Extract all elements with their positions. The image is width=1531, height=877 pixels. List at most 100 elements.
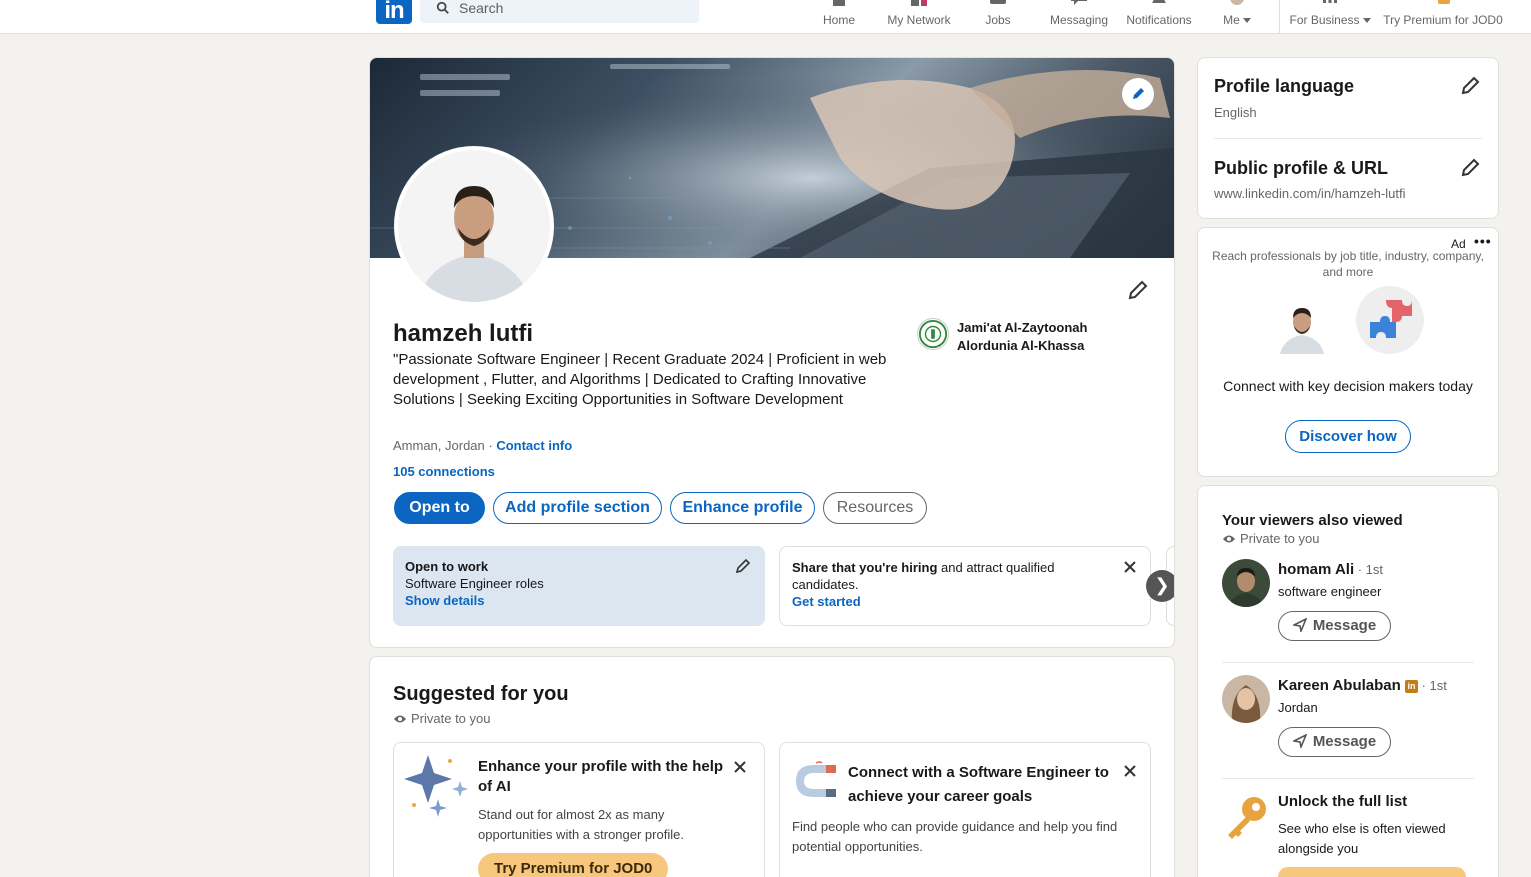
grid-icon: [1323, 0, 1337, 3]
nav-home[interactable]: Home: [813, 0, 865, 34]
nav-for-business[interactable]: For Business: [1288, 0, 1372, 34]
profile-settings-card: Profile language English Public profile …: [1197, 57, 1499, 219]
message-button-label: Message: [1312, 733, 1377, 750]
viewer-subtitle: Jordan: [1278, 700, 1318, 715]
open-to-button[interactable]: Open to: [394, 492, 485, 524]
more-options-icon[interactable]: •••: [1474, 233, 1492, 249]
nav-me-label: Me: [1223, 13, 1240, 27]
discover-how-button[interactable]: Discover how: [1285, 420, 1411, 453]
suggestion-title: Enhance your profile with the help of AI: [478, 758, 724, 795]
viewers-card: Your viewers also viewed Private to you …: [1197, 485, 1499, 877]
message-button-label: Message: [1312, 617, 1377, 634]
profile-card: hamzeh lutfi "Passionate Software Engine…: [369, 57, 1175, 648]
nav-notifications[interactable]: Notifications: [1121, 0, 1197, 34]
nav-divider: [1279, 0, 1280, 34]
nav-home-label: Home: [822, 13, 855, 27]
enhance-profile-button[interactable]: Enhance profile: [670, 492, 815, 524]
divider: [1222, 662, 1474, 663]
chevron-down-icon: [1242, 18, 1251, 24]
nav-my-network[interactable]: My Network: [880, 0, 958, 34]
nav-try-premium-label: Try Premium for JOD0: [1383, 13, 1503, 27]
profile-photo: [398, 150, 550, 302]
connection-degree: · 1st: [1354, 562, 1384, 577]
suggestion-description: Find people who can provide guidance and…: [792, 819, 1118, 854]
nav-notifications-label: Notifications: [1126, 13, 1192, 27]
suggestion-card-ai: Enhance your profile with the help of AI…: [393, 742, 765, 877]
connections-link[interactable]: 105 connections: [393, 464, 495, 479]
viewers-private-note: Private to you: [1222, 531, 1320, 546]
public-profile-title: Public profile & URL: [1214, 158, 1389, 178]
search-box[interactable]: Search: [420, 0, 699, 23]
linkedin-logo[interactable]: in: [376, 0, 412, 24]
nav-try-premium[interactable]: Try Premium for JOD0: [1382, 0, 1504, 34]
avatar: [1230, 0, 1244, 5]
home-icon: [833, 0, 845, 6]
hiring-box: Share that you're hiring and attract qua…: [779, 546, 1151, 626]
top-navigation-bar: in Search Home My Network Jobs Messaging…: [0, 0, 1531, 34]
nav-messaging[interactable]: Messaging: [1045, 0, 1113, 34]
profile-avatar[interactable]: [394, 146, 554, 306]
profile-headline: "Passionate Software Engineer | Recent G…: [393, 351, 887, 408]
unlock-description: See who else is often viewed alongside y…: [1278, 821, 1446, 856]
jobs-icon: [990, 0, 1006, 4]
try-premium-button[interactable]: Try Premium for JOD0: [478, 853, 669, 877]
nav-for-business-label: For Business: [1289, 13, 1360, 27]
open-to-work-box[interactable]: Open to work Software Engineer roles Sho…: [393, 546, 765, 626]
carousel-next-button[interactable]: ❯: [1146, 570, 1174, 602]
viewers-title: Your viewers also viewed: [1222, 512, 1403, 529]
eye-icon: [394, 715, 406, 723]
contact-info-link[interactable]: Contact info: [496, 438, 572, 453]
unlock-premium-button[interactable]: [1278, 867, 1466, 877]
education-name: Jami'at Al-Zaytoonah Alordunia Al-Khassa: [957, 320, 1088, 353]
pencil-icon[interactable]: [735, 558, 751, 574]
viewers-private-text: Private to you: [1240, 531, 1320, 546]
nav-me-label-wrap: Me: [1217, 13, 1257, 27]
nav-me[interactable]: Me: [1217, 0, 1257, 34]
university-logo: [917, 318, 949, 350]
close-icon[interactable]: [732, 759, 748, 775]
chevron-down-icon: [1362, 18, 1371, 24]
search-icon: [436, 1, 449, 14]
get-started-link[interactable]: Get started: [792, 593, 1138, 610]
viewer-item[interactable]: Kareen Abulaban in · 1st Jordan Message: [1222, 675, 1482, 765]
send-icon: [1292, 618, 1307, 632]
add-profile-section-button[interactable]: Add profile section: [493, 492, 662, 524]
resources-button[interactable]: Resources: [823, 492, 927, 524]
pencil-icon: [1123, 79, 1153, 109]
suggestion-description: Stand out for almost 2x as many opportun…: [478, 807, 684, 842]
avatar: [1222, 559, 1270, 607]
linkedin-premium-badge: in: [1404, 680, 1418, 693]
profile-language-value: English: [1214, 105, 1257, 120]
ad-user-photo: [1274, 298, 1330, 354]
ad-cta-text: Connect with key decision makers today: [1223, 378, 1473, 394]
show-details-link[interactable]: Show details: [405, 592, 753, 609]
nav-my-network-label: My Network: [887, 13, 951, 27]
viewer-item[interactable]: homam Ali · 1st software engineer Messag…: [1222, 559, 1482, 649]
open-to-work-title: Open to work: [405, 559, 489, 574]
ad-card: Ad ••• Reach professionals by job title,…: [1197, 227, 1499, 477]
unlock-title: Unlock the full list: [1278, 793, 1408, 810]
suggestion-card-connect: Connect with a Software Engineer to achi…: [779, 742, 1151, 877]
pencil-icon[interactable]: [1460, 74, 1482, 96]
profile-location-line: Amman, Jordan · Contact info: [393, 438, 572, 453]
pencil-icon[interactable]: [1460, 156, 1482, 178]
ad-text: Reach professionals by job title, indust…: [1212, 249, 1484, 279]
suggested-title: Suggested for you: [393, 683, 569, 705]
nav-jobs-label: Jobs: [985, 13, 1011, 27]
nav-jobs[interactable]: Jobs: [975, 0, 1021, 34]
private-note-text: Private to you: [411, 711, 491, 726]
edit-banner-button[interactable]: [1122, 78, 1154, 110]
messaging-icon: [1071, 0, 1087, 5]
message-button[interactable]: Message: [1278, 611, 1391, 641]
edit-profile-pencil-icon[interactable]: [1126, 278, 1150, 302]
eye-icon: [1223, 535, 1235, 543]
message-button[interactable]: Message: [1278, 727, 1391, 757]
viewer-name: Kareen Abulaban: [1278, 677, 1401, 694]
unlock-full-list: Unlock the full list See who else is oft…: [1222, 791, 1482, 877]
close-icon[interactable]: [1122, 559, 1138, 575]
send-icon: [1292, 734, 1307, 748]
close-icon[interactable]: [1122, 763, 1138, 779]
viewer-name-line: Kareen Abulaban in · 1st: [1278, 677, 1447, 694]
private-note: Private to you: [393, 711, 491, 726]
nav-messaging-label: Messaging: [1049, 13, 1109, 27]
